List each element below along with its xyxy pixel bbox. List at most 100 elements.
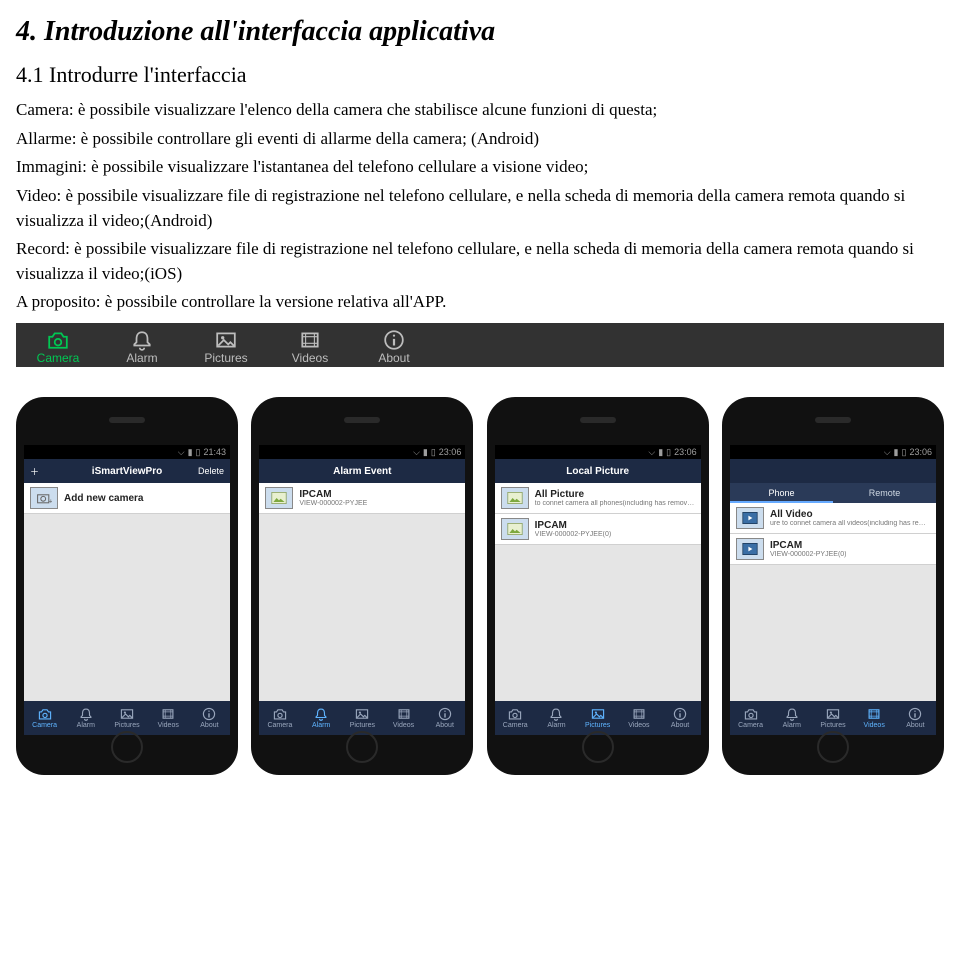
info-icon: [908, 707, 922, 721]
film-icon: [268, 329, 352, 351]
paragraph-camera: Camera: è possibile visualizzare l'elenc…: [16, 98, 944, 123]
bottomnav-label: About: [436, 722, 454, 729]
bottomnav-item-videos[interactable]: Videos: [148, 701, 189, 735]
bottomnav-label: Pictures: [820, 722, 845, 729]
list-item[interactable]: All Videoure to connet camera all videos…: [730, 503, 936, 534]
battery-icon: ▯: [902, 447, 907, 458]
bottomnav-label: Videos: [864, 722, 885, 729]
bottomnav-item-camera[interactable]: Camera: [730, 701, 771, 735]
bottomnav-label: Camera: [738, 722, 763, 729]
status-bar: ⌵▮▯23:06: [259, 445, 465, 459]
wifi-icon: ⌵: [884, 447, 891, 458]
bottomnav-item-camera[interactable]: Camera: [495, 701, 536, 735]
battery-icon: ▯: [431, 447, 436, 458]
bottomnav-label: Alarm: [783, 722, 801, 729]
list-item-subtitle: to connet camera all phones(including ha…: [535, 500, 695, 507]
bottomnav-label: Pictures: [114, 722, 139, 729]
film-icon: [161, 707, 175, 721]
bottomnav-item-pictures[interactable]: Pictures: [342, 701, 383, 735]
appbar-title: Alarm Event: [299, 466, 425, 477]
wifi-icon: ⌵: [413, 447, 420, 458]
list-item-title: All Video: [770, 509, 930, 520]
list-item-title: IPCAM: [535, 520, 695, 531]
list-item[interactable]: IPCAMVIEW-000002-PYJEE(0): [730, 534, 936, 565]
wifi-icon: ⌵: [178, 447, 185, 458]
bottomnav-item-about[interactable]: About: [189, 701, 230, 735]
bottomnav-item-about[interactable]: About: [895, 701, 936, 735]
phone-mockup-1: ⌵▮▯21:43＋iSmartViewProDeleteAdd new came…: [16, 397, 238, 775]
toolbar-item-camera[interactable]: Camera: [16, 329, 100, 365]
bottomnav-label: Alarm: [77, 722, 95, 729]
image-icon: [826, 707, 840, 721]
content-area: All Pictureto connet camera all phones(i…: [495, 483, 701, 701]
app-bar: ＋iSmartViewProDelete: [24, 459, 230, 483]
bottomnav-item-pictures[interactable]: Pictures: [577, 701, 618, 735]
paragraph-record: Record: è possibile visualizzare file di…: [16, 237, 944, 286]
status-time: 23:06: [674, 447, 697, 457]
appbar-right[interactable]: Delete: [190, 466, 224, 476]
subsection-heading: 4.1 Introdurre l'interfaccia: [16, 62, 944, 88]
bottomnav-label: Videos: [158, 722, 179, 729]
phone-screen: ⌵▮▯23:06Local PictureAll Pictureto conne…: [495, 445, 701, 735]
toolbar-item-label: Pictures: [184, 351, 268, 365]
tab-phone[interactable]: Phone: [730, 483, 833, 503]
bell-icon: [785, 707, 799, 721]
bottomnav-item-pictures[interactable]: Pictures: [812, 701, 853, 735]
toolbar-item-alarm[interactable]: Alarm: [100, 329, 184, 365]
camera-icon: [273, 707, 287, 721]
bottomnav-item-camera[interactable]: Camera: [259, 701, 300, 735]
appbar-left[interactable]: ＋: [30, 465, 64, 478]
toolbar-item-label: Camera: [16, 351, 100, 365]
bottomnav-label: About: [200, 722, 218, 729]
bottom-nav: Camera Alarm Pictures Videos About: [730, 701, 936, 735]
status-bar: ⌵▮▯23:06: [495, 445, 701, 459]
bottom-nav: Camera Alarm Pictures Videos About: [495, 701, 701, 735]
segment-tabs: PhoneRemote: [730, 483, 936, 503]
list-item-thumb: [501, 518, 529, 540]
bottomnav-item-alarm[interactable]: Alarm: [536, 701, 577, 735]
tab-remote[interactable]: Remote: [833, 483, 936, 503]
bottomnav-label: Pictures: [350, 722, 375, 729]
content-area: Add new camera: [24, 483, 230, 701]
phone-screenshots-row: ⌵▮▯21:43＋iSmartViewProDeleteAdd new came…: [16, 397, 944, 775]
bottomnav-label: About: [671, 722, 689, 729]
bottomnav-item-alarm[interactable]: Alarm: [65, 701, 106, 735]
info-icon: [438, 707, 452, 721]
wifi-icon: ⌵: [648, 447, 655, 458]
status-time: 23:06: [909, 447, 932, 457]
bottomnav-item-alarm[interactable]: Alarm: [771, 701, 812, 735]
list-item-thumb: [265, 487, 293, 509]
list-item-title: Add new camera: [64, 493, 224, 504]
bottomnav-item-videos[interactable]: Videos: [854, 701, 895, 735]
bottomnav-item-videos[interactable]: Videos: [383, 701, 424, 735]
bottomnav-label: About: [906, 722, 924, 729]
bottomnav-label: Camera: [503, 722, 528, 729]
list-item[interactable]: IPCAMVIEW-000002-PYJEE(0): [495, 514, 701, 545]
list-item[interactable]: IPCAMVIEW-000002-PYJEE: [259, 483, 465, 514]
bottomnav-item-alarm[interactable]: Alarm: [301, 701, 342, 735]
info-icon: [673, 707, 687, 721]
content-area: All Videoure to connet camera all videos…: [730, 503, 936, 701]
bottom-nav: Camera Alarm Pictures Videos About: [24, 701, 230, 735]
toolbar-item-videos[interactable]: Videos: [268, 329, 352, 365]
bell-icon: [100, 329, 184, 351]
appbar-title: iSmartViewPro: [64, 466, 190, 477]
list-item[interactable]: All Pictureto connet camera all phones(i…: [495, 483, 701, 514]
bottomnav-label: Alarm: [312, 722, 330, 729]
bottomnav-label: Videos: [393, 722, 414, 729]
bottomnav-item-videos[interactable]: Videos: [618, 701, 659, 735]
phone-mockup-2: ⌵▮▯23:06 Alarm Event IPCAMVIEW-000002-PYJE…: [251, 397, 473, 775]
bottomnav-item-camera[interactable]: Camera: [24, 701, 65, 735]
phone-screen: ⌵▮▯23:06 Alarm Event IPCAMVIEW-000002-PYJE…: [259, 445, 465, 735]
toolbar-item-label: Alarm: [100, 351, 184, 365]
signal-icon: ▮: [894, 447, 899, 458]
toolbar-item-pictures[interactable]: Pictures: [184, 329, 268, 365]
bottomnav-item-about[interactable]: About: [659, 701, 700, 735]
list-item[interactable]: Add new camera: [24, 483, 230, 514]
paragraph-video: Video: è possibile visualizzare file di …: [16, 184, 944, 233]
phone-screen: ⌵▮▯21:43＋iSmartViewProDeleteAdd new came…: [24, 445, 230, 735]
bottomnav-label: Pictures: [585, 722, 610, 729]
bottomnav-item-pictures[interactable]: Pictures: [106, 701, 147, 735]
toolbar-item-about[interactable]: About: [352, 329, 436, 365]
bottomnav-item-about[interactable]: About: [424, 701, 465, 735]
